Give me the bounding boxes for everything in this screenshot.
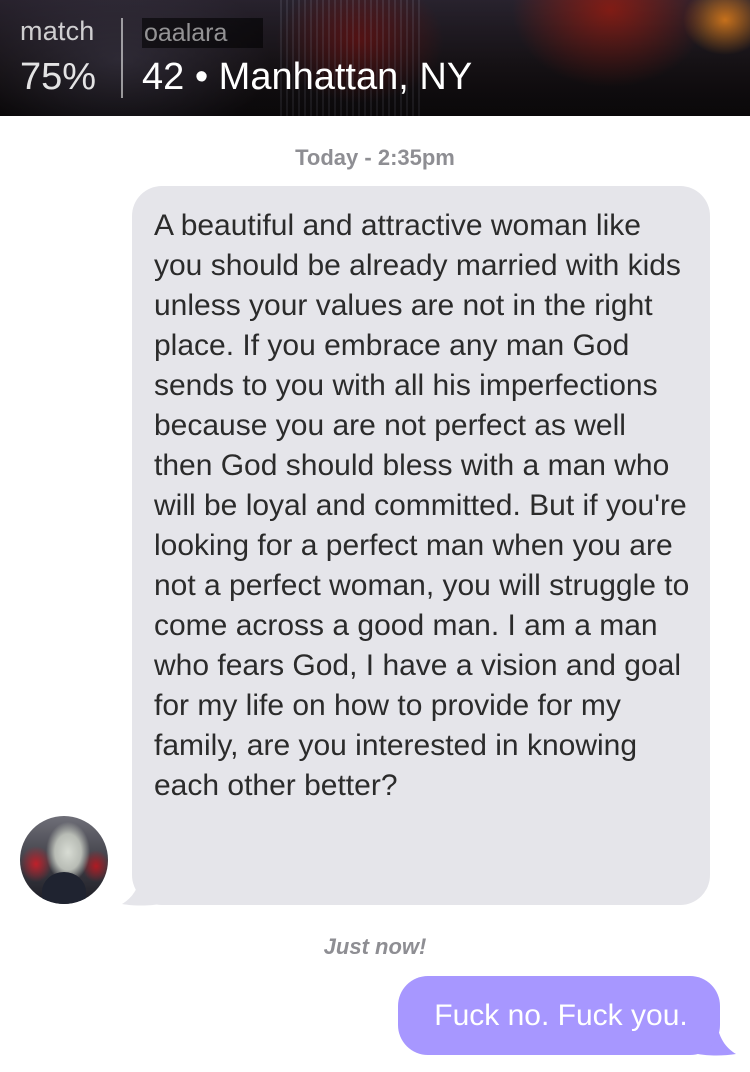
sender-avatar[interactable] [20, 816, 108, 904]
header-divider [121, 18, 123, 98]
message-timestamp: Today - 2:35pm [295, 145, 455, 170]
incoming-message-text: A beautiful and attractive woman like yo… [154, 209, 690, 802]
incoming-message-bubble[interactable]: A beautiful and attractive woman like yo… [132, 186, 710, 905]
profile-header[interactable]: match 75% oaalara 42 • Manhattan, NY [0, 0, 750, 116]
outgoing-message-bubble[interactable]: Fuck no. Fuck you. [398, 976, 720, 1055]
match-percentage: 75% [20, 56, 97, 98]
profile-age-location: 42 • Manhattan, NY [142, 56, 473, 98]
profile-username[interactable]: oaalara [142, 18, 264, 48]
outgoing-message-text: Fuck no. Fuck you. [434, 999, 688, 1032]
match-label: match [20, 16, 95, 46]
reply-timestamp: Just now! [323, 934, 427, 959]
avatar-photo-icon [42, 872, 86, 904]
